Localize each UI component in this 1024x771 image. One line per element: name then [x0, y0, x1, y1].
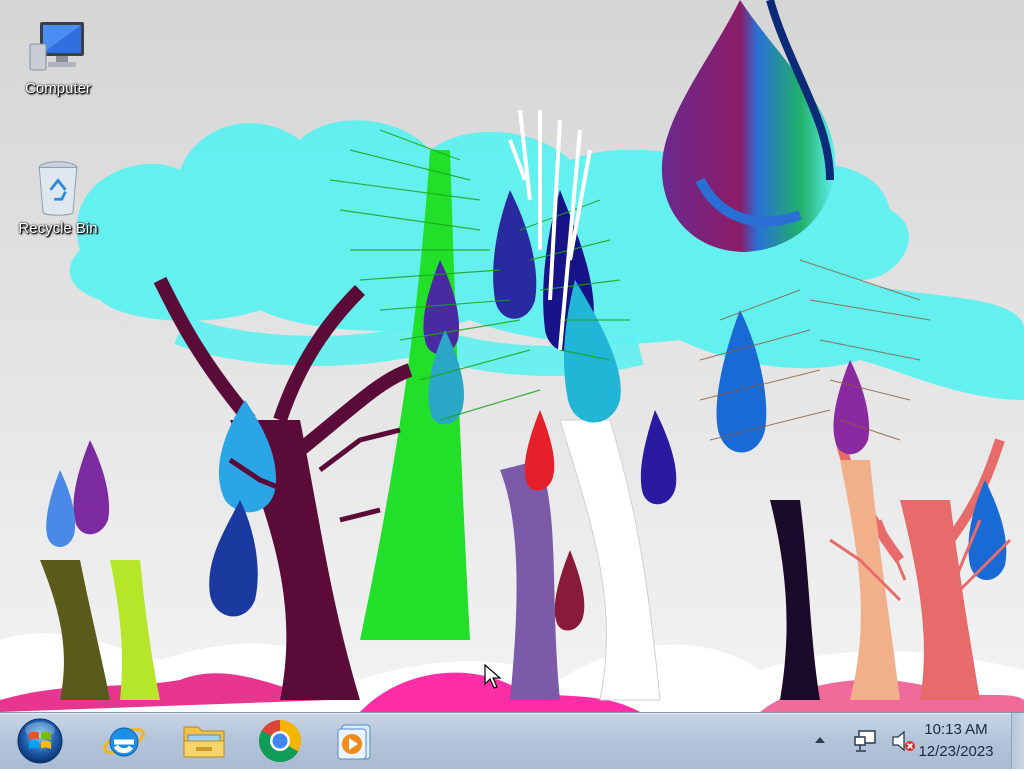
desktop-icon-label: Recycle Bin	[18, 220, 98, 237]
chrome-icon	[258, 720, 302, 763]
file-explorer-icon	[183, 726, 225, 758]
media-player-icon	[337, 724, 371, 760]
clock-time: 10:13 AM	[924, 721, 988, 738]
taskbar: 10:13 AM 12/23/2023	[0, 712, 1024, 769]
internet-explorer-icon	[103, 727, 145, 757]
clock[interactable]: 10:13 AM 12/23/2023	[906, 719, 1006, 763]
taskbar-internet-explorer-button[interactable]	[96, 716, 152, 766]
start-button[interactable]	[12, 716, 68, 766]
network-icon[interactable]	[854, 729, 878, 753]
system-tray: 10:13 AM 12/23/2023	[784, 713, 1024, 769]
recycle-bin-icon	[38, 161, 78, 216]
desktop-icon-label: Computer	[25, 80, 91, 97]
clock-date: 12/23/2023	[918, 743, 994, 760]
windows-start-icon	[17, 718, 63, 764]
taskbar-media-player-button[interactable]	[326, 716, 382, 766]
taskbar-chrome-button[interactable]	[252, 716, 308, 766]
show-hidden-icons-arrow-icon[interactable]	[814, 735, 826, 745]
desktop[interactable]: Computer Recycle Bin	[0, 0, 1024, 712]
computer-icon	[29, 22, 84, 71]
desktop-icon-recycle-bin[interactable]: Recycle Bin	[10, 158, 106, 237]
desktop-icon-computer[interactable]: Computer	[10, 18, 106, 97]
show-desktop-button[interactable]	[1011, 713, 1024, 769]
taskbar-file-explorer-button[interactable]	[176, 716, 232, 766]
mouse-cursor-icon	[484, 664, 502, 689]
wallpaper	[0, 0, 1024, 712]
